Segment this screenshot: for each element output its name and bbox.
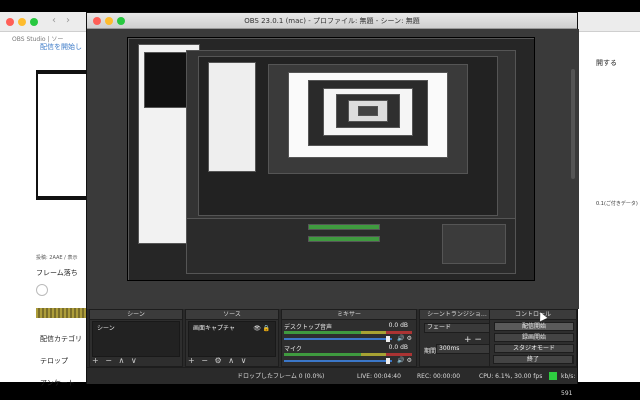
sources-dock: ソース 画面キャプチャ 👁 🔒 + − ⚙ ∧ ∨ [185,309,279,367]
window-title: OBS 23.0.1 (mac) - プロファイル: 無題 - シーン: 無題 [244,17,420,25]
volume-slider[interactable] [284,358,392,364]
status-bar: ドロップしたフレーム 0 (0.0%) LIVE: 00:04:40 REC: … [87,367,577,397]
mixer-channel-desktop: デスクトップ音声 0.0 dB 🔊 ⚙ [284,322,414,344]
cpu-fps: CPU: 6.1%, 30.00 fps [479,373,543,380]
bitrate: kb/s: 591 [561,373,576,397]
slider-knob[interactable] [386,336,390,342]
avatar [36,284,48,296]
source-item-label: 画面キャプチャ [193,325,235,332]
scenes-toolbar: + − ∧ ∨ [92,356,141,365]
move-down-icon[interactable]: ∨ [241,356,247,365]
preview-canvas[interactable] [127,37,535,281]
forward-icon[interactable]: › [66,15,70,26]
move-up-icon[interactable]: ∧ [228,356,234,365]
controls-title: コントロール [490,310,576,320]
channel-name: デスクトップ音声 [284,324,333,331]
preview-scrollbar[interactable] [571,69,575,179]
speaker-icon[interactable]: 🔊 [397,357,404,364]
gear-icon[interactable]: ⚙ [407,335,412,342]
transitions-dock: シーントランジショ… フェード + − 期間 300ms [419,309,495,367]
volume-meter [284,353,412,356]
live-time: LIVE: 00:04:40 [357,373,401,380]
studio-mode-button[interactable]: スタジオモード [494,344,574,353]
screenshot-thumbnail [36,70,90,200]
volume-slider[interactable] [284,336,392,342]
eye-icon[interactable]: 👁 [253,324,261,333]
zoom-dot[interactable] [30,18,38,26]
speaker-icon[interactable]: 🔊 [397,335,404,342]
article-meta: 投稿: 2AAE / 表示 [36,255,78,261]
duration-label: 期間 [424,348,437,355]
scenes-list[interactable]: シーン [92,321,180,357]
scene-item[interactable]: シーン [95,324,177,333]
transition-select[interactable]: フェード [424,323,492,333]
sidebar-label-category[interactable]: 配信カテゴリ [40,334,82,344]
scenes-dock: シーン シーン + − ∧ ∨ [89,309,183,367]
source-item[interactable]: 画面キャプチャ 👁 🔒 [191,324,273,333]
obs-window: OBS 23.0.1 (mac) - プロファイル: 無題 - シーン: 無題 … [86,12,579,397]
sources-title: ソース [186,310,278,320]
scenes-title: シーン [90,310,182,320]
add-scene-icon[interactable]: + [92,356,99,365]
mixer-dock: ミキサー デスクトップ音声 0.0 dB 🔊 ⚙ マイク 0.0 dB 🔊 ⚙ [281,309,417,367]
back-icon[interactable]: ‹ [52,15,56,26]
exit-button[interactable]: 終了 [493,355,573,364]
sidebar-label-survey[interactable]: アンケート [40,378,75,388]
add-source-icon[interactable]: + [188,356,195,365]
close-dot[interactable] [6,18,14,26]
obs-titlebar: OBS 23.0.1 (mac) - プロファイル: 無題 - シーン: 無題 [87,13,577,29]
channel-db: 0.0 dB [388,344,408,351]
mixer-channel-mic: マイク 0.0 dB 🔊 ⚙ [284,344,414,366]
slider-knob[interactable] [386,358,390,364]
lock-icon[interactable]: 🔒 [263,324,270,333]
move-down-icon[interactable]: ∨ [131,356,137,365]
browser-right-small: 0.1(ご付きデータ) [596,201,638,207]
dropped-frames: ドロップしたフレーム 0 (0.0%) [237,373,325,380]
start-recording-button[interactable]: 録画開始 [494,333,574,342]
duration-field[interactable]: 300ms [436,344,492,354]
mixer-title: ミキサー [282,310,416,320]
stream-status-indicator [549,372,557,380]
meter-thumbnail [36,308,90,318]
channel-name: マイク [284,346,302,353]
gear-icon[interactable]: ⚙ [407,357,412,364]
preview-area [87,29,579,309]
sources-toolbar: + − ⚙ ∧ ∨ [188,356,250,365]
channel-db: 0.0 dB [388,322,408,329]
move-up-icon[interactable]: ∧ [119,356,125,365]
remove-scene-icon[interactable]: − [105,356,112,365]
sidebar-label-telop[interactable]: テロップ [40,356,68,366]
article-heading: フレーム落ち [36,269,78,277]
start-streaming-button[interactable]: 配信開始 [494,322,574,331]
transitions-title: シーントランジショ… [420,310,494,320]
browser-title-fragment: 配信を開始し [40,43,82,51]
browser-right-fragment: 開する [596,59,617,67]
volume-meter [284,331,412,334]
gear-icon[interactable]: ⚙ [215,356,222,365]
minimize-dot[interactable] [18,18,26,26]
remove-source-icon[interactable]: − [201,356,208,365]
rec-time: REC: 00:00:00 [417,373,461,380]
sources-list[interactable]: 画面キャプチャ 👁 🔒 [188,321,276,357]
